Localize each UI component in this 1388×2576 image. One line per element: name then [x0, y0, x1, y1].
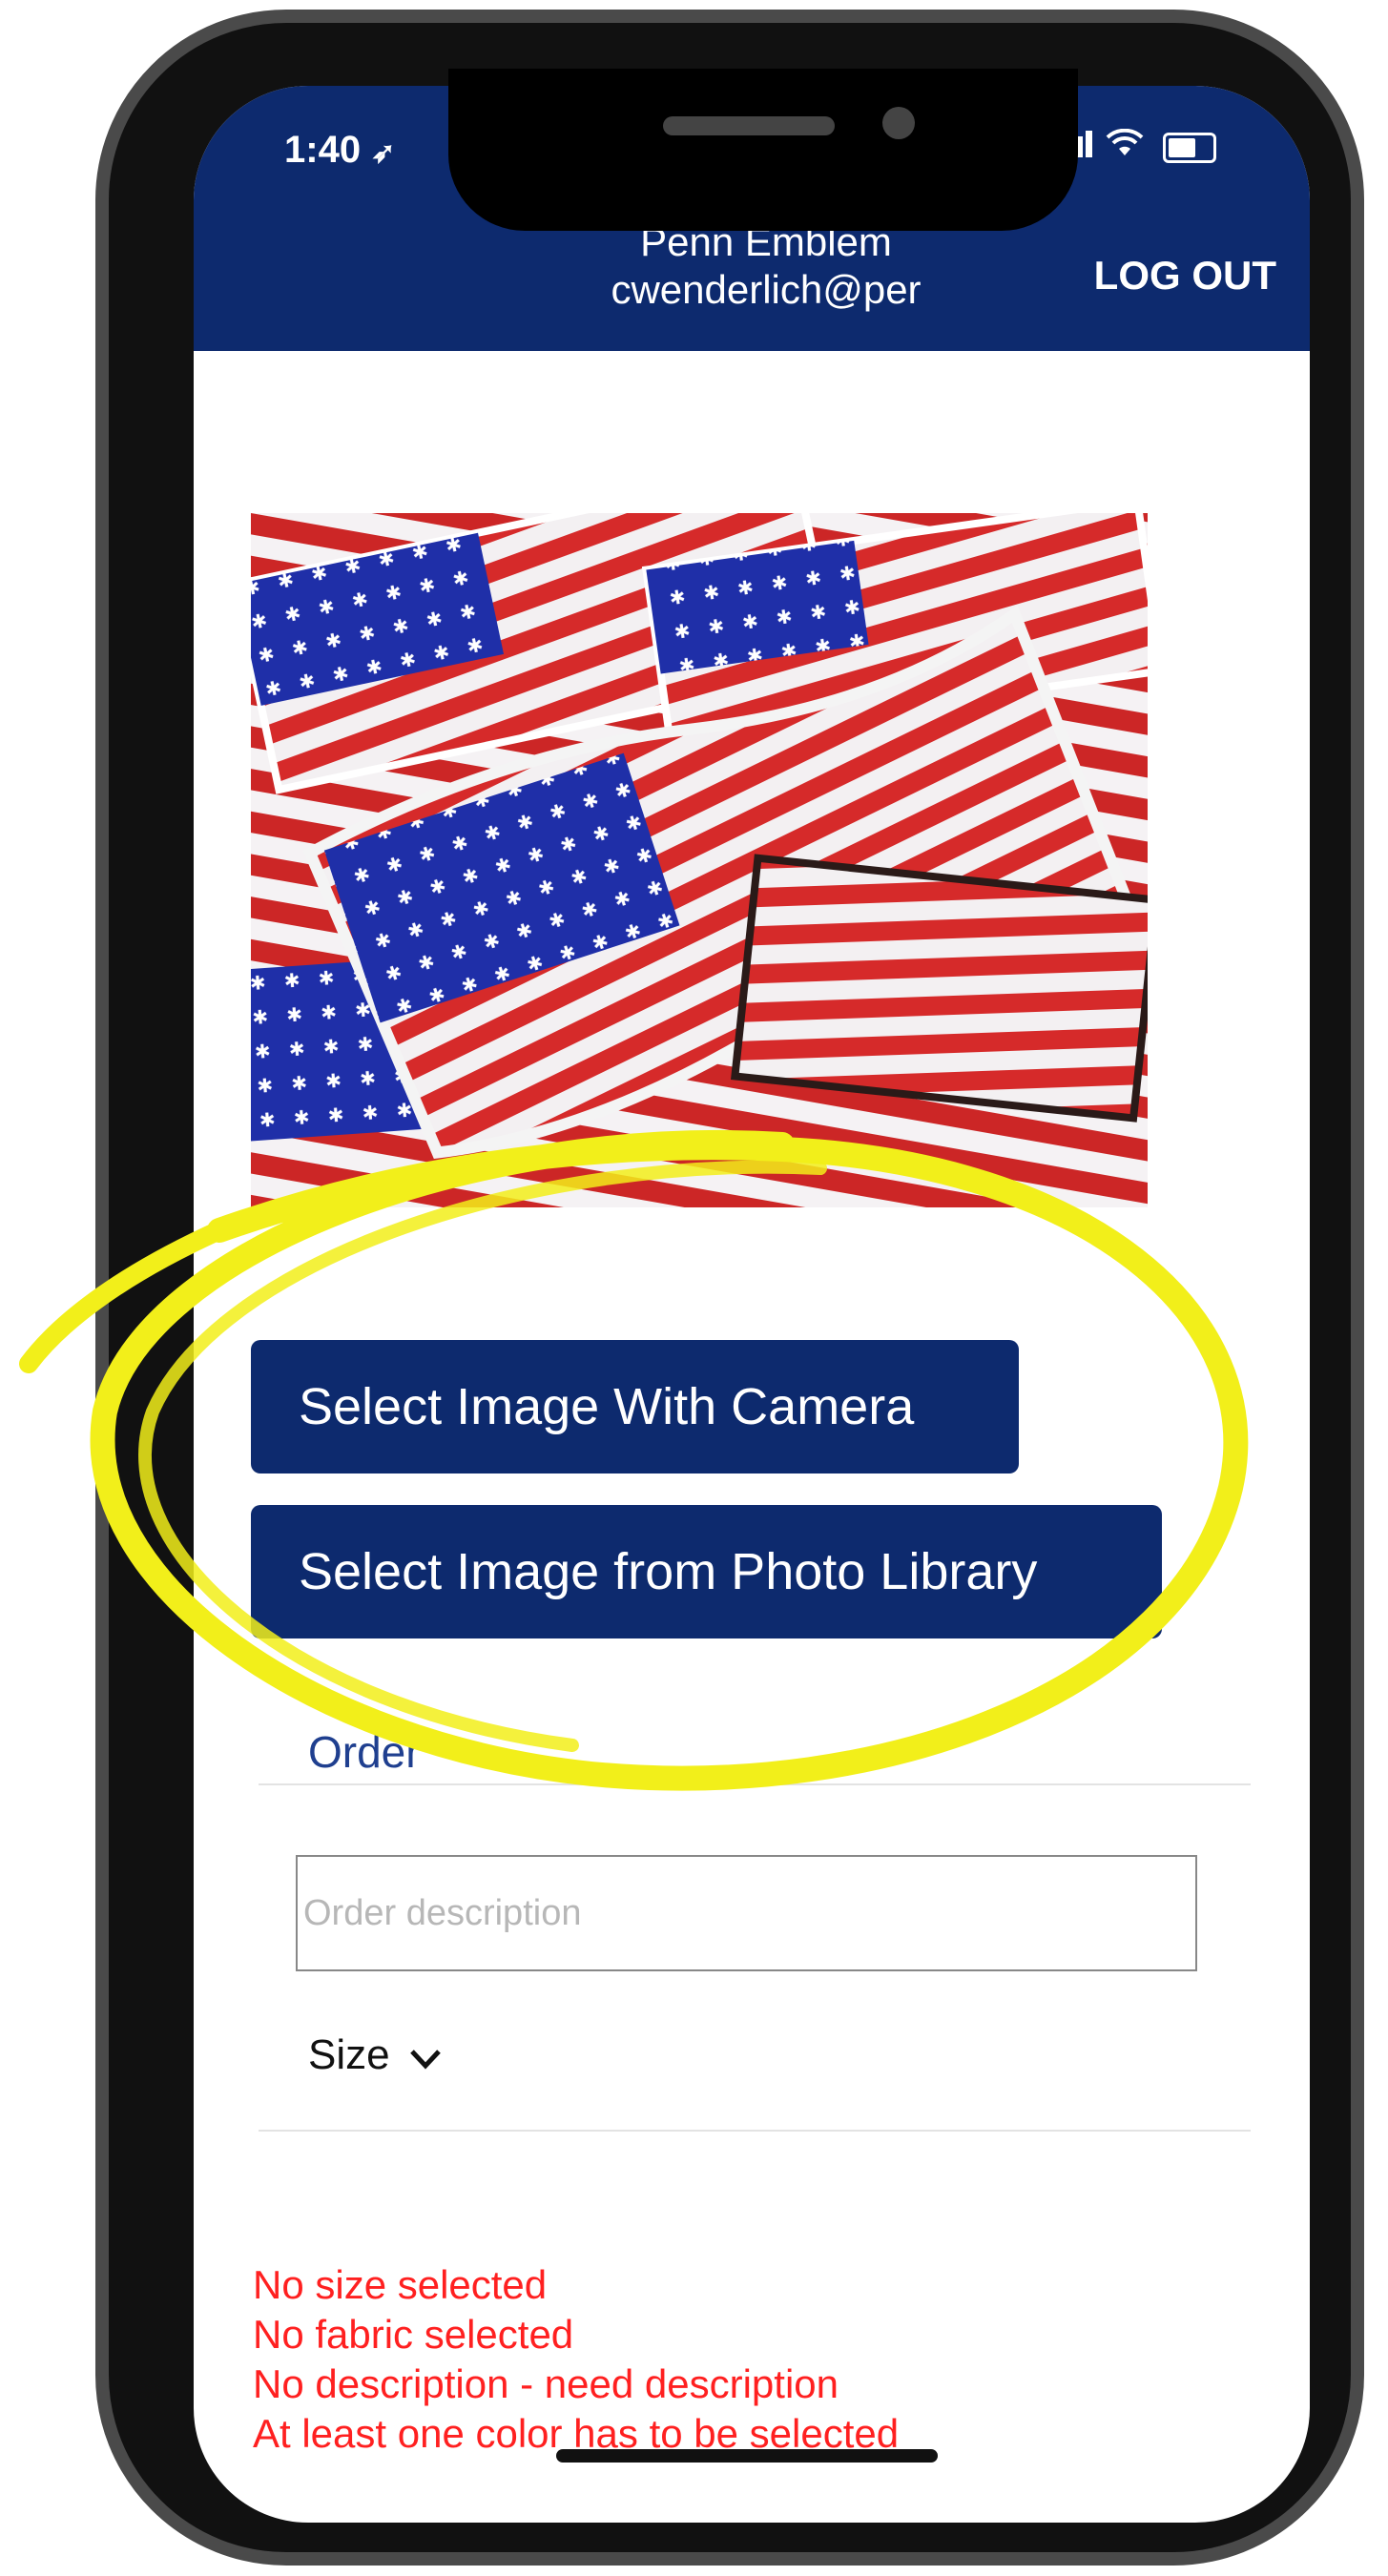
- notch: [448, 69, 1078, 231]
- divider: [259, 1783, 1251, 1785]
- chevron-down-icon: [409, 2033, 442, 2081]
- validation-errors: No size selected No fabric selected No d…: [253, 2260, 899, 2459]
- select-image-library-button[interactable]: Select Image from Photo Library: [251, 1505, 1162, 1638]
- select-image-camera-button[interactable]: Select Image With Camera: [251, 1340, 1019, 1473]
- status-icons: [1057, 126, 1217, 167]
- order-description-input[interactable]: [296, 1855, 1197, 1971]
- wifi-icon: [1106, 126, 1154, 166]
- divider: [259, 2130, 1251, 2132]
- status-time-text: 1:40: [284, 129, 362, 171]
- error-message: No fabric selected: [253, 2312, 574, 2357]
- error-message: No description - need description: [253, 2361, 839, 2406]
- order-label: Order: [308, 1727, 421, 1777]
- size-dropdown[interactable]: Size: [308, 2031, 442, 2081]
- header-user-email: cwenderlich@per: [611, 267, 922, 312]
- status-time: 1:40 ➶: [284, 129, 395, 172]
- error-message: No size selected: [253, 2262, 548, 2307]
- product-image: ✱: [251, 513, 1148, 1207]
- screen: 1:40 ➶ Penn Emblem cwenderlich@per LOG O…: [194, 86, 1310, 2523]
- location-arrow-icon: ➶: [371, 137, 396, 169]
- battery-icon: [1163, 132, 1217, 163]
- front-camera: [882, 107, 915, 139]
- speaker: [663, 116, 835, 135]
- logout-button[interactable]: LOG OUT: [1094, 253, 1276, 299]
- home-indicator: [556, 2449, 938, 2463]
- size-label: Size: [308, 2031, 390, 2078]
